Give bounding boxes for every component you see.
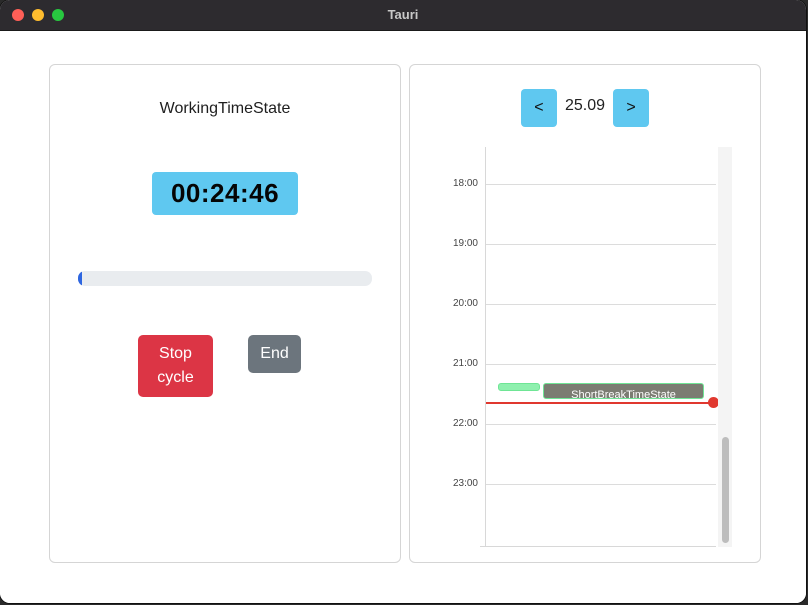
state-name: WorkingTimeState [159, 100, 291, 117]
progress-bar-fill [78, 271, 82, 286]
current-time-line [486, 402, 714, 404]
hour-line [486, 184, 716, 185]
timer-display: 00:24:46 [152, 172, 298, 215]
timer-card: WorkingTimeState 00:24:46 Stop cycle End [49, 64, 401, 563]
hour-line [486, 304, 716, 305]
time-axis [485, 147, 486, 547]
hour-line [486, 364, 716, 365]
hour-line [486, 244, 716, 245]
calendar-scrollbar-thumb[interactable] [722, 437, 729, 543]
app-window: Tauri WorkingTimeState 00:24:46 Stop cycl… [0, 0, 806, 603]
hour-label: 22:00 [452, 418, 478, 429]
end-button[interactable]: End [248, 335, 301, 373]
prev-day-button[interactable]: < [520, 89, 557, 127]
calendar-card: < 25.09 > 18:00 19:00 20:00 21:00 22:00 … [409, 64, 761, 563]
hour-line [486, 484, 716, 485]
day-calendar[interactable]: 18:00 19:00 20:00 21:00 22:00 23:00 Shor… [420, 147, 732, 547]
hour-line [486, 424, 716, 425]
date-navigation: < 25.09 > [410, 89, 760, 127]
window-title: Tauri [387, 7, 419, 22]
hour-label: 19:00 [452, 238, 478, 249]
hour-label: 21:00 [452, 358, 478, 369]
stop-cycle-label: Stop cycle [157, 345, 194, 386]
current-date: 25.09 [564, 97, 606, 114]
calendar-event-short-break[interactable]: ShortBreakTimeState [543, 383, 704, 399]
stop-cycle-button[interactable]: Stop cycle [138, 335, 213, 397]
hour-label: 20:00 [452, 298, 478, 309]
title-bar: Tauri [0, 0, 806, 31]
calendar-bottom-border [480, 546, 716, 547]
next-day-button[interactable]: > [613, 89, 650, 127]
app-content: WorkingTimeState 00:24:46 Stop cycle End … [0, 31, 806, 603]
calendar-event[interactable] [498, 383, 540, 391]
hour-label: 18:00 [452, 178, 478, 189]
progress-bar [78, 271, 372, 286]
hour-label: 23:00 [452, 478, 478, 489]
